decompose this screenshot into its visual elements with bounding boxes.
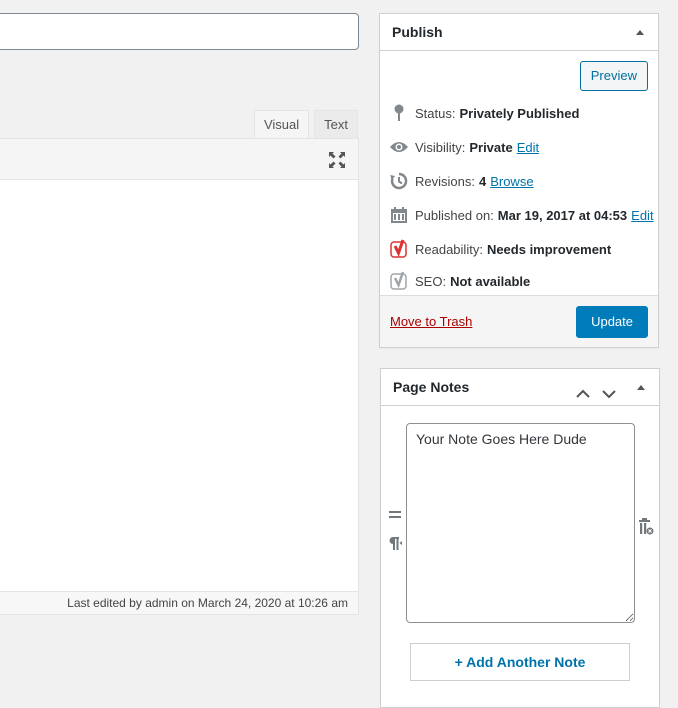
- eye-icon: [389, 137, 409, 157]
- history-icon: [389, 171, 409, 191]
- readability-label: Readability:: [415, 241, 483, 257]
- visibility-row: Visibility: Private Edit: [389, 136, 539, 158]
- published-on-label: Published on:: [415, 207, 494, 223]
- visibility-edit-link[interactable]: Edit: [517, 140, 539, 155]
- add-another-note-button[interactable]: + Add Another Note: [410, 643, 630, 681]
- status-row: Status: Privately Published: [389, 102, 579, 124]
- published-on-row: Published on: Mar 19, 2017 at 04:53 Edit: [389, 204, 654, 226]
- page-notes-box: Page Notes Your Note Goes Here Dude + Ad…: [380, 368, 660, 708]
- page-notes-title: Page Notes: [393, 379, 470, 395]
- tab-visual[interactable]: Visual: [253, 110, 310, 139]
- visibility-value: Private: [469, 139, 513, 155]
- paragraph-direction-icon[interactable]: [387, 535, 403, 554]
- move-down-icon[interactable]: [601, 379, 617, 399]
- move-up-icon[interactable]: [575, 379, 591, 398]
- published-on-value: Mar 19, 2017 at 04:53: [497, 207, 628, 223]
- seo-row: SEO: Not available: [389, 270, 530, 292]
- page-scroll-area: [661, 0, 678, 698]
- yoast-seo-icon: [389, 271, 409, 291]
- yoast-readability-icon: [389, 239, 409, 259]
- page-notes-header[interactable]: Page Notes: [381, 369, 659, 406]
- drag-handle-icon[interactable]: [388, 509, 402, 524]
- collapse-arrow-icon[interactable]: [637, 385, 645, 390]
- publish-actions: Move to Trash Update: [380, 295, 658, 347]
- revisions-row: Revisions: 4 Browse: [389, 170, 534, 192]
- seo-label: SEO:: [415, 273, 447, 289]
- pin-icon: [389, 103, 409, 123]
- collapse-arrow-icon[interactable]: [636, 30, 644, 35]
- update-button[interactable]: Update: [576, 306, 648, 338]
- publish-box: Publish Preview Status: Privately Publis…: [379, 13, 659, 348]
- move-to-trash-link[interactable]: Move to Trash: [390, 314, 472, 329]
- visibility-label: Visibility:: [415, 139, 466, 155]
- published-on-edit-link[interactable]: Edit: [631, 208, 653, 223]
- editor-toolbar: [0, 139, 358, 180]
- preview-button[interactable]: Preview: [579, 61, 648, 91]
- status-value: Privately Published: [459, 105, 580, 121]
- publish-header[interactable]: Publish: [380, 14, 658, 51]
- delete-note-icon[interactable]: [638, 517, 654, 540]
- last-edited-status: Last edited by admin on March 24, 2020 a…: [0, 591, 358, 614]
- seo-value: Not available: [450, 273, 531, 289]
- revisions-label: Revisions:: [415, 173, 475, 189]
- content-editor: Last edited by admin on March 24, 2020 a…: [0, 138, 359, 615]
- publish-title: Publish: [392, 24, 443, 40]
- post-title-input[interactable]: [0, 13, 359, 50]
- status-label: Status:: [415, 105, 456, 121]
- note-textarea[interactable]: Your Note Goes Here Dude: [406, 423, 635, 623]
- revisions-count: 4: [478, 173, 487, 189]
- editor-tabs: Visual Text: [249, 110, 358, 139]
- revisions-browse-link[interactable]: Browse: [490, 174, 533, 189]
- readability-row: Readability: Needs improvement: [389, 238, 611, 260]
- calendar-icon: [389, 205, 409, 225]
- readability-value: Needs improvement: [486, 241, 612, 257]
- fullscreen-icon[interactable]: [328, 151, 346, 169]
- tab-text[interactable]: Text: [314, 110, 358, 138]
- editor-content-area[interactable]: [0, 180, 358, 591]
